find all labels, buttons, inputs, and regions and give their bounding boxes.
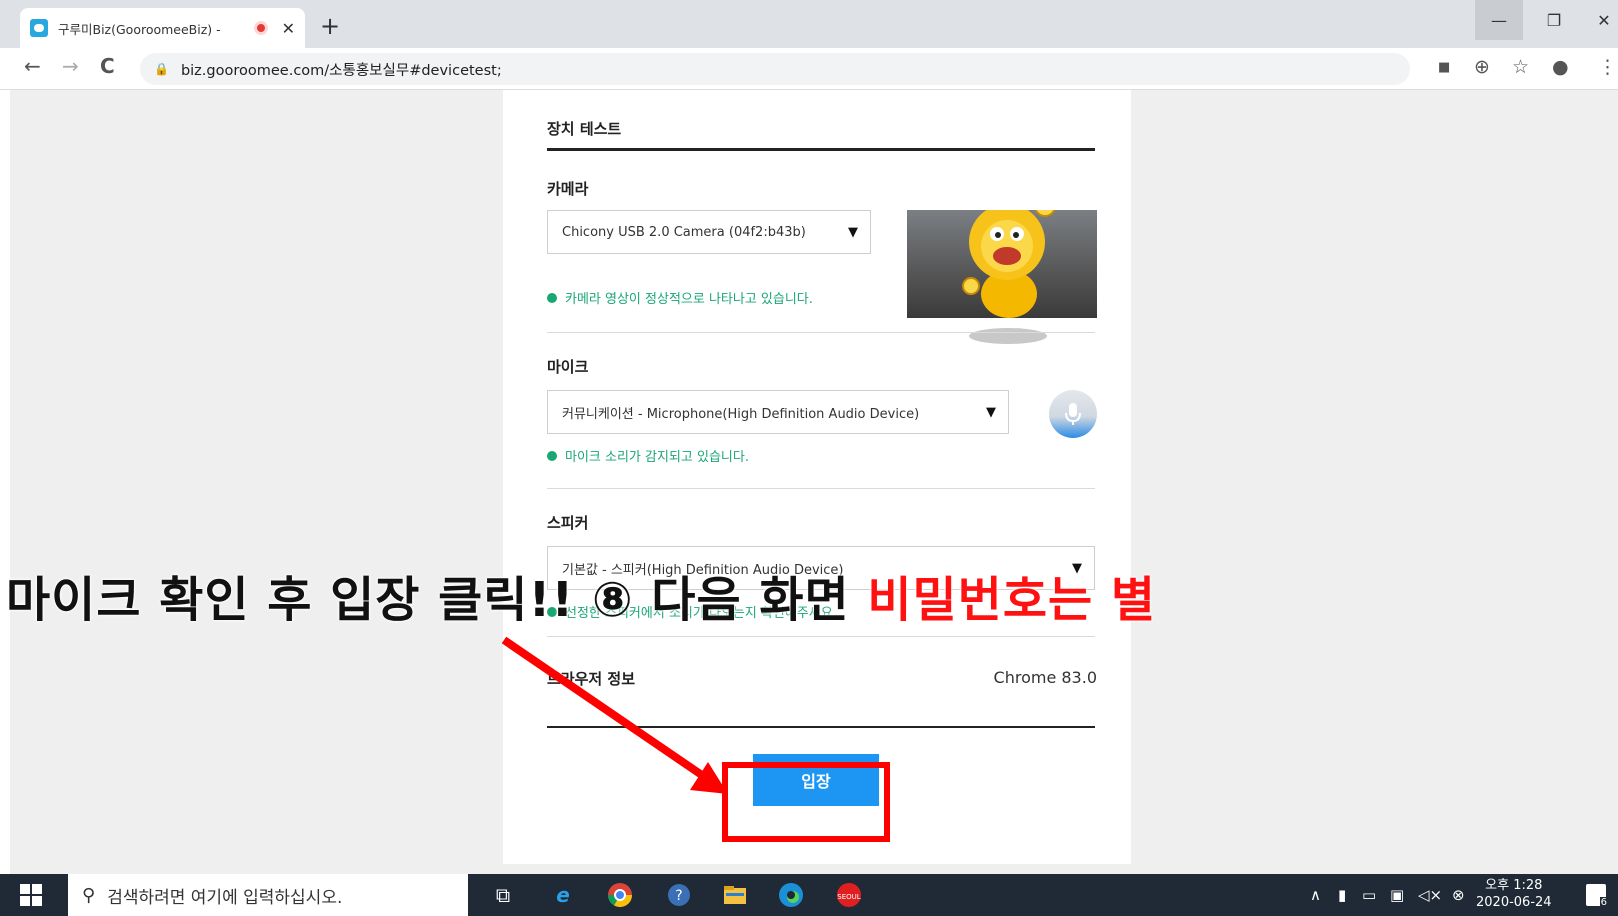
search-placeholder: 검색하려면 여기에 입력하십시오. [107,887,343,908]
tray-network-icon[interactable]: ▣ [1390,886,1404,904]
account-icon[interactable]: ● [1552,56,1569,78]
enter-button-highlight [722,762,890,842]
forward-button[interactable]: → [62,54,79,78]
tray-expand-icon[interactable]: ∧ [1310,886,1321,904]
caption-black-text: 마이크 확인 후 입장 클릭!! ⑧ 다음 화면 [6,572,868,628]
status-ok-icon [547,450,557,461]
chevron-down-icon: ▼ [986,405,996,420]
camera-shadow-decoration [969,328,1047,344]
device-test-title: 장치 테스트 [547,120,622,138]
task-view-icon[interactable]: ⧉ [488,880,518,910]
camera-status: 카메라 영상이 정상적으로 나타나고 있습니다. [547,288,813,307]
clock-time: 오후 1:28 [1485,878,1543,893]
windows-start-icon[interactable] [20,884,42,906]
svg-text:?: ? [675,888,682,904]
url-text: biz.gooroomee.com/소통홍보실무#devicetest; [180,62,502,79]
notification-count: 6 [1599,897,1608,908]
window-restore-button[interactable]: ❐ [1530,0,1578,40]
zoom-icon[interactable]: ⊕ [1474,56,1490,78]
taskbar-clock[interactable]: 오후 1:28 2020-06-24 [1476,877,1552,911]
reload-button[interactable]: C [100,54,115,78]
section-divider [547,332,1095,333]
edge-icon[interactable] [776,880,806,910]
camera-label: 카메라 [547,180,589,198]
lock-icon: 🔒 [154,62,169,76]
section-divider [547,636,1095,637]
title-divider [547,148,1095,151]
browser-info-value: Chrome 83.0 [993,668,1097,687]
caption-red-text: 비밀번호는 별 [867,572,1157,628]
tab-close-icon[interactable]: ✕ [282,19,295,38]
search-icon: ⚲ [82,884,96,906]
mic-select-value: 커뮤니케이션 - Microphone(High Definition Audi… [562,406,920,422]
instruction-caption: 마이크 확인 후 입장 클릭!! ⑧ 다음 화면 비밀번호는 별 [6,560,1156,630]
browser-info-label: 브라우저 정보 [547,670,636,688]
new-tab-button[interactable]: + [320,12,340,40]
svg-text:SEOUL: SEOUL [837,893,860,901]
chrome-icon[interactable] [605,880,635,910]
browser-toolbar: ← → C 🔒 biz.gooroomee.com/소통홍보실무#devicet… [0,48,1618,90]
internet-explorer-icon[interactable]: e [548,880,578,910]
tab-title: 구루미Biz(GooroomeeBiz) - [58,21,221,37]
tray-mic-icon[interactable]: ▮ [1338,886,1346,904]
mic-level-icon[interactable] [1049,390,1097,438]
camera-preview [907,210,1097,318]
window-close-button[interactable]: ✕ [1580,0,1618,40]
help-app-icon[interactable]: ? [664,880,694,910]
recording-indicator-icon [253,21,268,35]
tray-status-icon[interactable]: ⊗ [1452,886,1465,904]
camera-select[interactable]: Chicony USB 2.0 Camera (04f2:b43b) ▼ [547,210,871,254]
camera-in-use-icon[interactable]: ■ [1438,60,1450,75]
page-background: 장치 테스트 카메라 Chicony USB 2.0 Camera (04f2:… [10,90,1618,874]
mic-label: 마이크 [547,358,589,376]
mic-status: 마이크 소리가 감지되고 있습니다. [547,446,749,465]
address-bar[interactable]: 🔒 biz.gooroomee.com/소통홍보실무#devicetest; [140,53,1410,85]
speaker-label: 스피커 [547,514,589,532]
camera-select-value: Chicony USB 2.0 Camera (04f2:b43b) [562,224,806,240]
tray-volume-icon[interactable]: ◁× [1418,886,1442,904]
chevron-down-icon: ▼ [848,225,858,240]
file-explorer-icon[interactable] [720,880,750,910]
mic-status-text: 마이크 소리가 감지되고 있습니다. [565,450,749,465]
window-minimize-button[interactable]: — [1475,0,1523,40]
mic-select[interactable]: 커뮤니케이션 - Microphone(High Definition Audi… [547,390,1009,434]
status-ok-icon [547,292,557,303]
browser-tab-bar: 구루미Biz(GooroomeeBiz) - ✕ + — ❐ ✕ [0,0,1618,48]
seoul-wifi-icon[interactable]: SEOUL [834,880,864,910]
windows-taskbar: ⚲ 검색하려면 여기에 입력하십시오. ⧉ e ? SEOUL ∧ ▮ ▭ ▣ … [0,874,1618,916]
bookmark-star-icon[interactable]: ☆ [1512,56,1529,78]
camera-status-text: 카메라 영상이 정상적으로 나타나고 있습니다. [565,292,813,307]
notification-center-icon[interactable]: 6 [1586,884,1608,908]
device-test-panel: 장치 테스트 카메라 Chicony USB 2.0 Camera (04f2:… [503,90,1131,864]
browser-menu-icon[interactable]: ⋮ [1598,56,1617,78]
bottom-divider [547,726,1095,728]
taskbar-search-input[interactable]: ⚲ 검색하려면 여기에 입력하십시오. [68,874,468,916]
microphone-icon [1065,403,1081,425]
mascot-image [962,210,1056,318]
section-divider [547,488,1095,489]
browser-tab[interactable]: 구루미Biz(GooroomeeBiz) - ✕ [20,8,305,48]
tray-battery-icon[interactable]: ▭ [1362,886,1376,904]
back-button[interactable]: ← [24,54,41,78]
clock-date: 2020-06-24 [1476,895,1552,910]
gooroomee-favicon-icon [30,19,48,37]
